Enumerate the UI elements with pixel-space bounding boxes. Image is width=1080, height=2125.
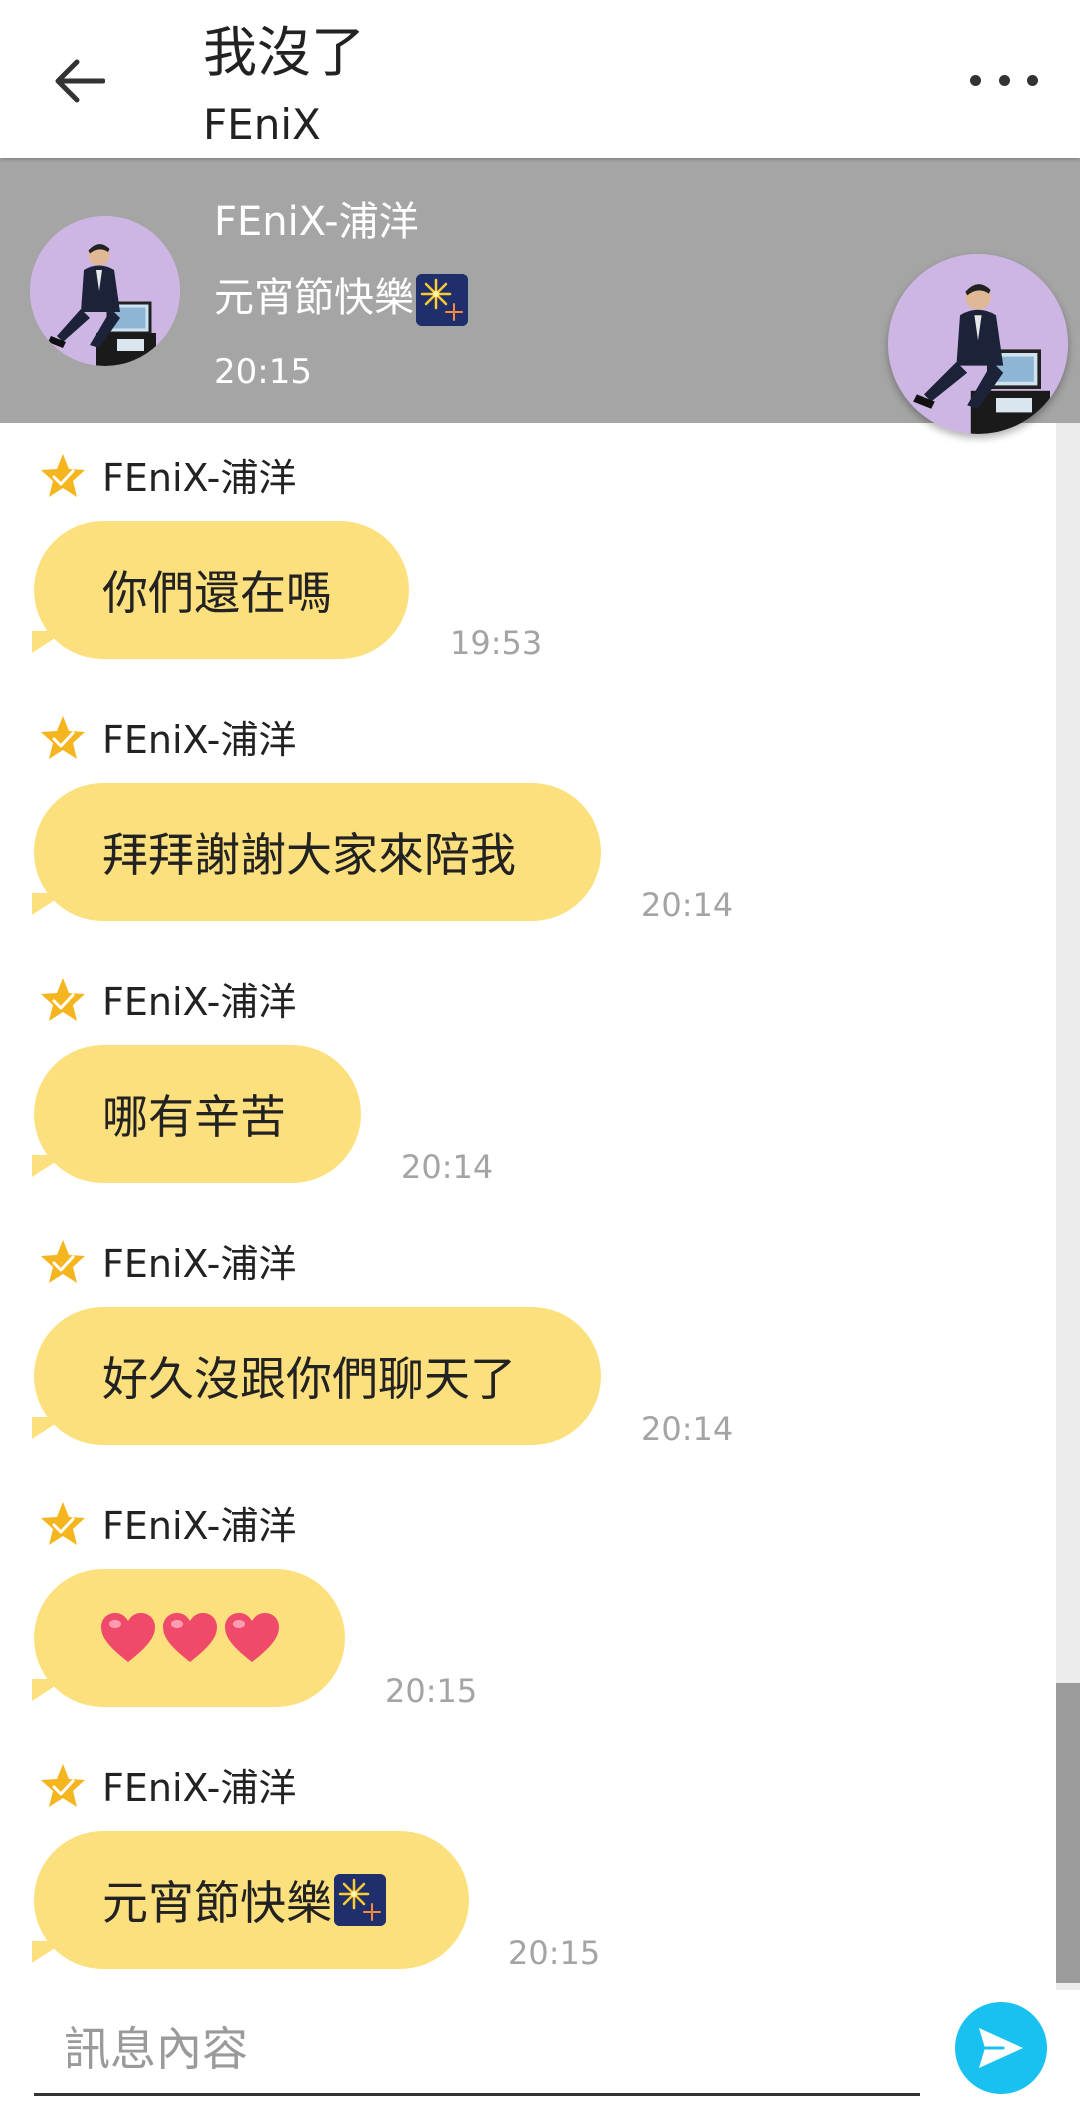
- chat-title: 我沒了: [203, 21, 365, 84]
- message-item: FEniX-浦洋 20:15: [0, 1471, 1040, 1733]
- message-text: 你們還在嗎: [102, 566, 332, 620]
- pinned-sender-name: FEniX-浦洋: [214, 199, 419, 245]
- message-text: 好久沒跟你們聊天了: [102, 1352, 516, 1406]
- message-time: 20:14: [401, 1148, 494, 1186]
- message-time: 20:15: [508, 1934, 601, 1972]
- star-badge-icon: [41, 1502, 85, 1545]
- message-item: FEniX-浦洋 哪有辛苦 20:14: [0, 947, 1040, 1209]
- firework-icon: [416, 274, 468, 326]
- more-options-button[interactable]: [964, 48, 1044, 112]
- send-icon: [979, 2028, 1023, 2068]
- star-badge-icon: [41, 1240, 85, 1283]
- sender-name: FEniX-浦洋: [102, 1504, 297, 1548]
- message-time: 19:53: [450, 624, 543, 662]
- pinned-time: 20:15: [214, 352, 312, 392]
- message-item: FEniX-浦洋 好久沒跟你們聊天了 20:14: [0, 1209, 1040, 1471]
- person-photo: [888, 254, 1068, 434]
- message-time: 20:15: [385, 1672, 478, 1710]
- message-item: FEniX-浦洋 拜拜謝謝大家來陪我 20:14: [0, 685, 1040, 947]
- star-badge-icon: [41, 716, 85, 759]
- scrollbar[interactable]: [1056, 423, 1080, 1990]
- back-button[interactable]: [38, 40, 120, 122]
- avatar[interactable]: [30, 216, 180, 366]
- chat-subtitle: FEniX: [203, 100, 321, 149]
- message-bubble[interactable]: 你們還在嗎: [34, 521, 409, 659]
- more-dot: [970, 74, 981, 86]
- message-item: FEniX-浦洋 元宵節快樂 20:15: [0, 1733, 1040, 1990]
- message-bubble[interactable]: 哪有辛苦: [34, 1045, 361, 1183]
- scrollbar-thumb[interactable]: [1056, 1683, 1080, 1983]
- heart-icon: [222, 1610, 282, 1666]
- pinned-message-text-value: 元宵節快樂: [214, 275, 414, 321]
- message-time: 20:14: [641, 1410, 734, 1448]
- heart-icon: [98, 1610, 158, 1666]
- person-photo: [30, 216, 180, 366]
- firework-icon: [334, 1874, 386, 1926]
- pinned-message-text: 元宵節快樂: [214, 270, 468, 326]
- heart-icon: [160, 1610, 220, 1666]
- message-bubble[interactable]: [34, 1569, 345, 1707]
- arrow-left-icon: [55, 59, 105, 103]
- star-badge-icon: [41, 454, 85, 497]
- message-bubble[interactable]: 好久沒跟你們聊天了: [34, 1307, 601, 1445]
- star-badge-icon: [41, 1764, 85, 1807]
- sender-name: FEniX-浦洋: [102, 718, 297, 762]
- message-text: 哪有辛苦: [102, 1090, 286, 1144]
- star-badge-icon: [41, 978, 85, 1021]
- message-time: 20:14: [641, 886, 734, 924]
- sender-name: FEniX-浦洋: [102, 980, 297, 1024]
- message-text: 拜拜謝謝大家來陪我: [102, 828, 516, 882]
- message-item: FEniX-浦洋 你們還在嗎 19:53: [0, 423, 1040, 685]
- floating-avatar[interactable]: [888, 254, 1068, 434]
- sender-name: FEniX-浦洋: [102, 456, 297, 500]
- message-input[interactable]: [34, 2004, 920, 2096]
- sender-name: FEniX-浦洋: [102, 1766, 297, 1810]
- send-button[interactable]: [955, 2002, 1047, 2094]
- chat-header: 我沒了 FEniX: [0, 0, 1080, 158]
- more-dot: [1027, 74, 1038, 86]
- message-bubble[interactable]: 元宵節快樂: [34, 1831, 469, 1969]
- message-list[interactable]: FEniX-浦洋 你們還在嗎 19:53 FEniX-浦洋 拜拜謝謝大家來陪我 …: [0, 423, 1080, 1990]
- more-dot: [998, 74, 1010, 86]
- message-bubble[interactable]: 拜拜謝謝大家來陪我: [34, 783, 601, 921]
- sender-name: FEniX-浦洋: [102, 1242, 297, 1286]
- composer: [0, 1990, 1080, 2125]
- message-text: 元宵節快樂: [102, 1876, 332, 1930]
